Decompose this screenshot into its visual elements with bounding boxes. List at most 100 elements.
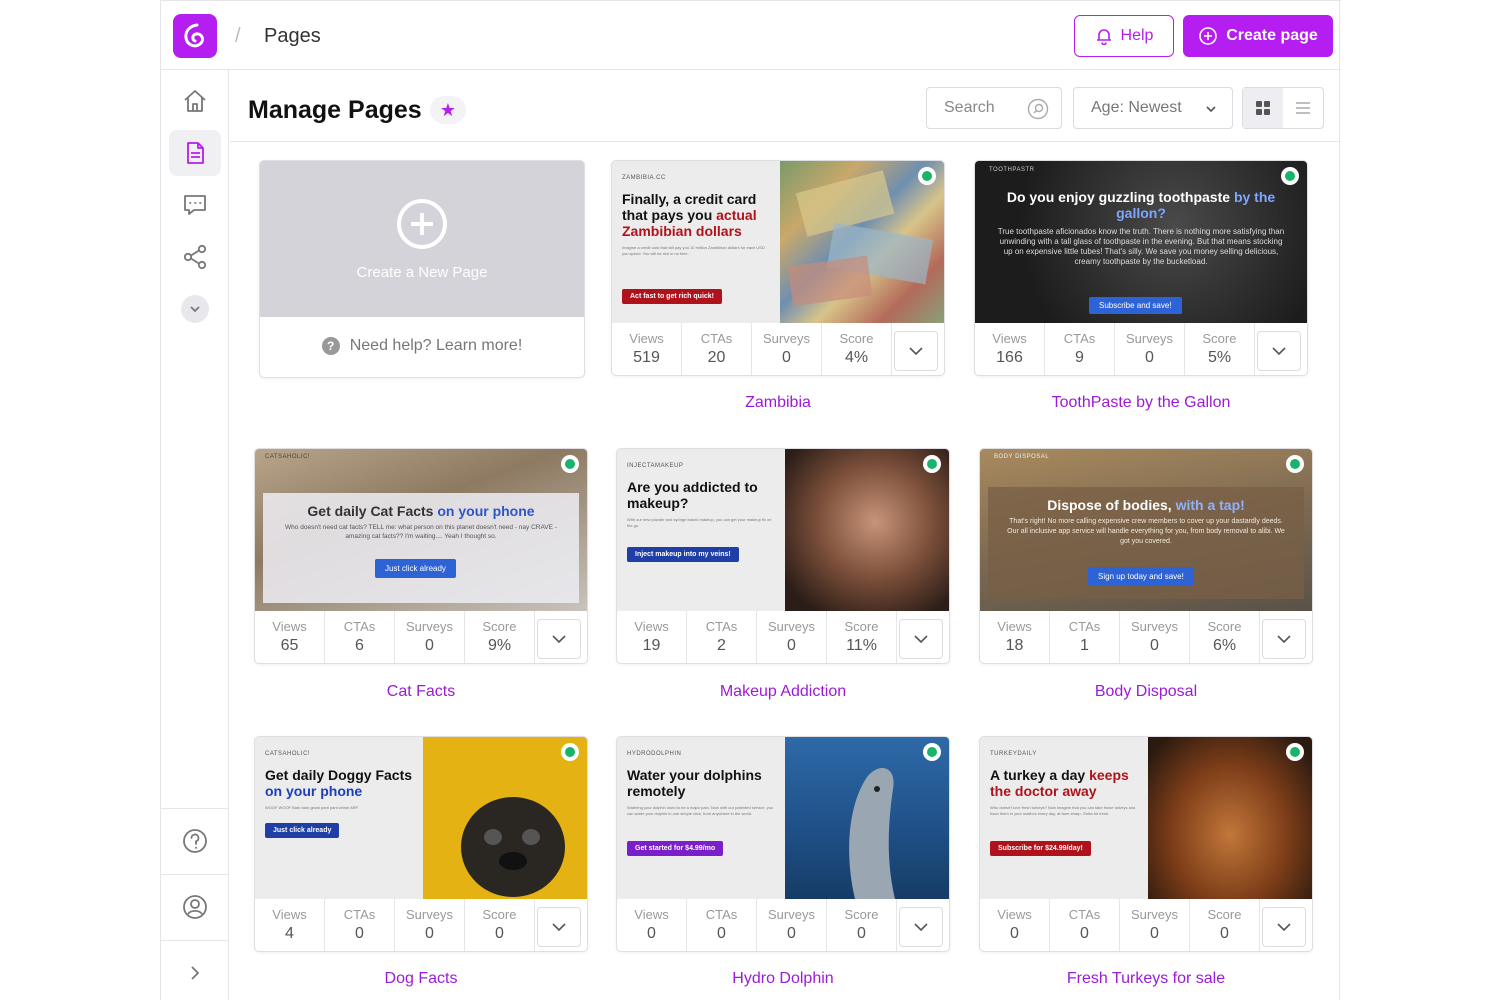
- question-circle-icon: [183, 829, 207, 853]
- active-status-dot: [561, 743, 579, 761]
- thumbnail-headline: Get daily Doggy Facts on your phone: [265, 767, 413, 799]
- page-card[interactable]: BODY DISPOSAL Dispose of bodies, with a …: [979, 448, 1313, 664]
- page-card[interactable]: TOOTHPASTR Do you enjoy guzzling toothpa…: [974, 160, 1308, 376]
- banknotes-image: [780, 161, 944, 323]
- stat-surveys: Surveys 0: [395, 611, 465, 663]
- stat-score: Score 0: [827, 899, 897, 951]
- expand-card-button[interactable]: [1262, 619, 1306, 659]
- sidebar-item-share[interactable]: [169, 234, 221, 280]
- create-page-button[interactable]: Create page: [1183, 15, 1333, 57]
- stat-views: Views 19: [617, 611, 687, 663]
- thumbnail-body: Watering your dolphin used to be a major…: [627, 805, 774, 816]
- list-view-button[interactable]: [1283, 88, 1323, 128]
- thumbnail-body: Who doesn't need cat facts? TELL me: wha…: [285, 524, 557, 540]
- help-label: Help: [1120, 27, 1154, 44]
- sidebar-collapse-toggle[interactable]: [169, 950, 221, 996]
- page-thumbnail[interactable]: ZAMBIBIA.CC Finally, a credit card that …: [612, 161, 944, 323]
- create-new-page-label: Create a New Page: [356, 263, 488, 281]
- active-status-dot: [1286, 743, 1304, 761]
- plus-circle-icon: [397, 198, 447, 249]
- page-thumbnail[interactable]: BODY DISPOSAL Dispose of bodies, with a …: [980, 449, 1312, 611]
- stat-views: Views 519: [612, 323, 682, 375]
- page-thumbnail[interactable]: INJECTAMAKEUP Are you addicted to makeup…: [617, 449, 949, 611]
- active-status-dot: [1286, 455, 1304, 473]
- pug-image: [423, 737, 587, 899]
- stat-score: Score 0: [465, 899, 535, 951]
- page-title-link[interactable]: Body Disposal: [979, 683, 1313, 701]
- stat-ctas: CTAs 0: [325, 899, 395, 951]
- page-title-link[interactable]: ToothPaste by the Gallon: [974, 394, 1308, 412]
- sidebar-item-home[interactable]: [169, 78, 221, 124]
- stat-surveys: Surveys 0: [395, 899, 465, 951]
- thumbnail-cta: Just click already: [265, 823, 340, 838]
- page-title-link[interactable]: Cat Facts: [254, 683, 588, 701]
- list-icon: [1296, 102, 1310, 114]
- learn-more-link[interactable]: ? Need help? Learn more!: [260, 317, 584, 375]
- page-title-link[interactable]: Hydro Dolphin: [616, 970, 950, 988]
- thumbnail-brand: CATSAHOLIC!: [265, 751, 311, 757]
- page-card[interactable]: TURKEYDAILY A turkey a day keeps the doc…: [979, 736, 1313, 952]
- thumbnail-brand: INJECTAMAKEUP: [627, 463, 684, 469]
- thumbnail-body: WOOF WOOF Bark bark growl pant pant whin…: [265, 805, 359, 810]
- create-new-page-area[interactable]: Create a New Page: [260, 161, 584, 317]
- expand-card-button[interactable]: [1257, 331, 1301, 371]
- chevron-down-icon: [181, 295, 209, 323]
- thumbnail-brand: CATSAHOLIC!: [265, 454, 311, 460]
- page-thumbnail[interactable]: CATSAHOLIC! Get daily Cat Facts on your …: [255, 449, 587, 611]
- page-thumbnail[interactable]: TOOTHPASTR Do you enjoy guzzling toothpa…: [975, 161, 1307, 323]
- learn-more-text: Need help? Learn more!: [349, 337, 523, 354]
- search-icon: [1027, 98, 1049, 120]
- page-thumbnail[interactable]: HYDRODOLPHIN Water your dolphins remotel…: [617, 737, 949, 899]
- sidebar-item-profile[interactable]: [169, 884, 221, 930]
- chevron-down-icon: [914, 635, 928, 644]
- stat-views: Views 65: [255, 611, 325, 663]
- page-title-link[interactable]: Makeup Addiction: [616, 683, 950, 701]
- grid-view-button[interactable]: [1243, 88, 1283, 128]
- stat-views: Views 18: [980, 611, 1050, 663]
- user-circle-icon: [183, 895, 207, 919]
- thumbnail-cta: Subscribe for $24.99/day!: [990, 841, 1091, 856]
- sidebar-divider: [161, 808, 229, 809]
- chevron-down-icon: [1272, 347, 1286, 356]
- sidebar-item-comments[interactable]: [169, 182, 221, 228]
- expand-card-button[interactable]: [537, 619, 581, 659]
- app-logo[interactable]: [173, 14, 217, 58]
- search-input[interactable]: Search: [926, 87, 1062, 129]
- page-title-link[interactable]: Zambibia: [611, 394, 945, 412]
- thumbnail-headline: Get daily Cat Facts on your phone: [307, 503, 535, 519]
- sidebar-item-pages[interactable]: [169, 130, 221, 176]
- expand-card-button[interactable]: [537, 907, 581, 947]
- thumbnail-headline: A turkey a day keeps the doctor away: [990, 767, 1129, 799]
- chevron-down-icon: [1206, 106, 1216, 113]
- sidebar-divider: [161, 940, 229, 941]
- stat-ctas: CTAs 20: [682, 323, 752, 375]
- sidebar-item-help[interactable]: [169, 818, 221, 864]
- active-status-dot: [918, 167, 936, 185]
- sort-value: Age: Newest: [1091, 99, 1182, 116]
- expand-card-button[interactable]: [894, 331, 938, 371]
- expand-card-button[interactable]: [899, 907, 943, 947]
- page-card[interactable]: HYDRODOLPHIN Water your dolphins remotel…: [616, 736, 950, 952]
- thumbnail-body: With our new powder and syringe based ma…: [627, 517, 772, 528]
- question-icon: ?: [321, 337, 340, 355]
- page-title-link[interactable]: Fresh Turkeys for sale: [979, 970, 1313, 988]
- thumbnail-body: Who doesn't love fresh turkeys? Now imag…: [990, 805, 1136, 816]
- page-card[interactable]: CATSAHOLIC! Get daily Cat Facts on your …: [254, 448, 588, 664]
- help-button[interactable]: Help: [1074, 15, 1174, 57]
- stat-ctas: CTAs 9: [1045, 323, 1115, 375]
- expand-card-button[interactable]: [1262, 907, 1306, 947]
- page-card[interactable]: CATSAHOLIC! Get daily Doggy Facts on you…: [254, 736, 588, 952]
- page-thumbnail[interactable]: TURKEYDAILY A turkey a day keeps the doc…: [980, 737, 1312, 899]
- create-new-page-card[interactable]: Create a New Page ? Need help? Learn mor…: [259, 160, 585, 378]
- sort-dropdown[interactable]: Age: Newest: [1073, 87, 1233, 129]
- favorite-star-icon[interactable]: ★: [430, 96, 466, 124]
- chevron-down-icon: [914, 923, 928, 932]
- page-thumbnail[interactable]: CATSAHOLIC! Get daily Doggy Facts on you…: [255, 737, 587, 899]
- page-title-link[interactable]: Dog Facts: [254, 970, 588, 988]
- sidebar-expand-more[interactable]: [169, 286, 221, 332]
- expand-card-button[interactable]: [899, 619, 943, 659]
- page-card[interactable]: INJECTAMAKEUP Are you addicted to makeup…: [616, 448, 950, 664]
- page-card[interactable]: ZAMBIBIA.CC Finally, a credit card that …: [611, 160, 945, 376]
- breadcrumb[interactable]: Pages: [264, 25, 321, 48]
- thumbnail-headline: Finally, a credit card that pays you act…: [622, 191, 757, 239]
